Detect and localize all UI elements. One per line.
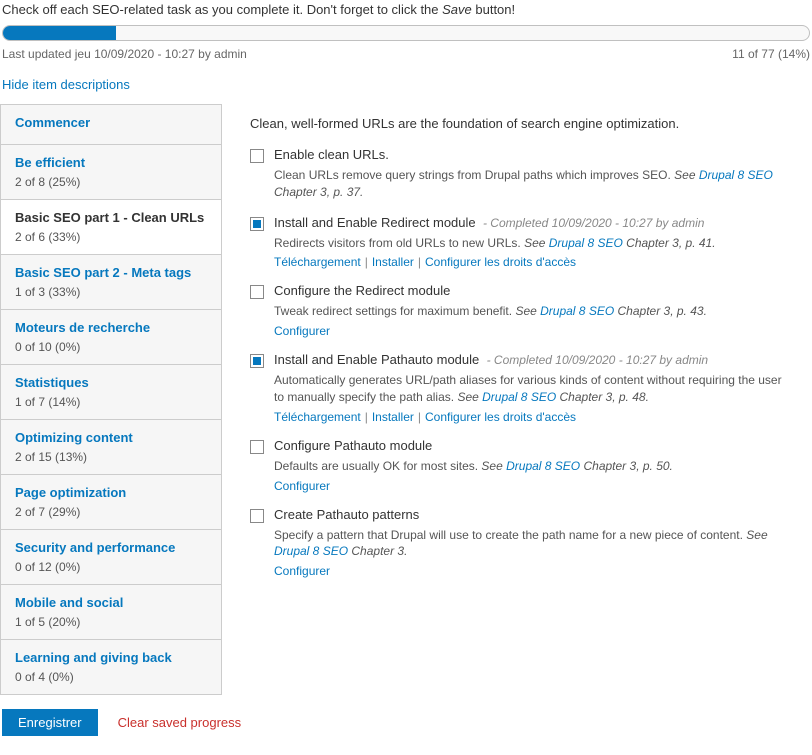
task-action-link[interactable]: Configurer les droits d'accès: [425, 255, 576, 269]
task-links: Téléchargement|Installer|Configurer les …: [274, 410, 794, 424]
sidebar-item-title: Be efficient: [15, 155, 207, 170]
task-title: Configure the Redirect module: [274, 283, 450, 298]
task-checkbox[interactable]: [250, 149, 264, 163]
sidebar-item-progress: 0 of 12 (0%): [15, 560, 80, 574]
sidebar-item-progress: 0 of 4 (0%): [15, 670, 74, 684]
content-intro: Clean, well-formed URLs are the foundati…: [250, 116, 794, 131]
task-checkbox[interactable]: [250, 509, 264, 523]
sidebar-item-progress: 2 of 8 (25%): [15, 175, 80, 189]
task-row: Create Pathauto patterns: [250, 507, 794, 523]
sidebar: Commencer Be efficient 2 of 8 (25%) Basic S…: [0, 104, 222, 695]
task-title: Create Pathauto patterns: [274, 507, 419, 522]
sidebar-item-learning[interactable]: Learning and giving back 0 of 4 (0%): [1, 640, 221, 695]
progress-bar: [2, 25, 810, 41]
actions-row: Enregistrer Clear saved progress: [0, 695, 812, 750]
book-link[interactable]: Drupal 8 SEO: [540, 304, 614, 318]
book-link[interactable]: Drupal 8 SEO: [274, 544, 348, 558]
hide-descriptions-link[interactable]: Hide item descriptions: [2, 77, 130, 92]
task-checkbox[interactable]: [250, 285, 264, 299]
task-action-link[interactable]: Téléchargement: [274, 255, 361, 269]
task-checkbox[interactable]: [250, 354, 264, 368]
sidebar-item-title: Moteurs de recherche: [15, 320, 207, 335]
task-links: Configurer: [274, 479, 794, 493]
task-action-link[interactable]: Installer: [372, 255, 414, 269]
task-description: Tweak redirect settings for maximum bene…: [274, 303, 794, 320]
task-description: Defaults are usually OK for most sites. …: [274, 458, 794, 475]
task-title: Install and Enable Pathauto module: [274, 352, 479, 367]
task-links: Configurer: [274, 564, 794, 578]
book-link[interactable]: Drupal 8 SEO: [699, 168, 773, 182]
sidebar-item-basic-seo-1[interactable]: Basic SEO part 1 - Clean URLs 2 of 6 (33%…: [1, 200, 221, 255]
progress-fill: [3, 26, 116, 40]
task-title: Install and Enable Redirect module: [274, 215, 476, 230]
sidebar-item-title: Commencer: [15, 115, 207, 130]
sidebar-item-progress: 1 of 5 (20%): [15, 615, 80, 629]
task-row: Configure the Redirect module: [250, 283, 794, 299]
sidebar-item-title: Basic SEO part 1 - Clean URLs: [15, 210, 207, 225]
sidebar-item-security[interactable]: Security and performance 0 of 12 (0%): [1, 530, 221, 585]
sidebar-item-mobile[interactable]: Mobile and social 1 of 5 (20%): [1, 585, 221, 640]
sidebar-item-title: Optimizing content: [15, 430, 207, 445]
intro-text: Check off each SEO-related task as you c…: [0, 0, 812, 25]
task-description: Specify a pattern that Drupal will use t…: [274, 527, 794, 561]
task-action-link[interactable]: Configurer: [274, 564, 330, 578]
task-row: Configure Pathauto module: [250, 438, 794, 454]
sidebar-item-progress: 2 of 6 (33%): [15, 230, 80, 244]
meta-row: Last updated jeu 10/09/2020 - 10:27 by a…: [0, 41, 812, 73]
task-description: Automatically generates URL/path aliases…: [274, 372, 794, 406]
task-action-link[interactable]: Configurer les droits d'accès: [425, 410, 576, 424]
task-checkbox[interactable]: [250, 440, 264, 454]
task-action-link[interactable]: Installer: [372, 410, 414, 424]
sidebar-item-progress: 1 of 3 (33%): [15, 285, 80, 299]
sidebar-item-progress: 2 of 7 (29%): [15, 505, 80, 519]
save-button[interactable]: Enregistrer: [2, 709, 98, 736]
task-action-link[interactable]: Configurer: [274, 324, 330, 338]
clear-progress-link[interactable]: Clear saved progress: [118, 715, 242, 730]
task-description: Clean URLs remove query strings from Dru…: [274, 167, 794, 201]
book-link[interactable]: Drupal 8 SEO: [506, 459, 580, 473]
sidebar-item-progress: 1 of 7 (14%): [15, 395, 80, 409]
task-title: Configure Pathauto module: [274, 438, 432, 453]
sidebar-item-page-opt[interactable]: Page optimization 2 of 7 (29%): [1, 475, 221, 530]
progress-counter: 11 of 77 (14%): [732, 47, 810, 61]
task-row: Install and Enable Pathauto module - Com…: [250, 352, 794, 368]
task-row: Install and Enable Redirect module - Com…: [250, 215, 794, 231]
task-links: Configurer: [274, 324, 794, 338]
last-updated: Last updated jeu 10/09/2020 - 10:27 by a…: [2, 47, 247, 61]
book-link[interactable]: Drupal 8 SEO: [549, 236, 623, 250]
sidebar-item-commencer[interactable]: Commencer: [1, 105, 221, 145]
task-links: Téléchargement|Installer|Configurer les …: [274, 255, 794, 269]
sidebar-item-progress: 2 of 15 (13%): [15, 450, 87, 464]
task-list: Enable clean URLs. Clean URLs remove quer…: [250, 147, 794, 578]
sidebar-item-title: Page optimization: [15, 485, 207, 500]
sidebar-item-title: Statistiques: [15, 375, 207, 390]
sidebar-item-title: Basic SEO part 2 - Meta tags: [15, 265, 207, 280]
task-title: Enable clean URLs.: [274, 147, 389, 162]
sidebar-item-title: Learning and giving back: [15, 650, 207, 665]
content-panel: Clean, well-formed URLs are the foundati…: [222, 104, 812, 695]
sidebar-item-moteurs[interactable]: Moteurs de recherche 0 of 10 (0%): [1, 310, 221, 365]
task-action-link[interactable]: Téléchargement: [274, 410, 361, 424]
sidebar-item-basic-seo-2[interactable]: Basic SEO part 2 - Meta tags 1 of 3 (33%): [1, 255, 221, 310]
task-description: Redirects visitors from old URLs to new …: [274, 235, 794, 252]
sidebar-item-stats[interactable]: Statistiques 1 of 7 (14%): [1, 365, 221, 420]
sidebar-item-title: Security and performance: [15, 540, 207, 555]
task-status: - Completed 10/09/2020 - 10:27 by admin: [480, 216, 705, 230]
sidebar-item-progress: 0 of 10 (0%): [15, 340, 80, 354]
task-row: Enable clean URLs.: [250, 147, 794, 163]
sidebar-item-title: Mobile and social: [15, 595, 207, 610]
task-checkbox[interactable]: [250, 217, 264, 231]
book-link[interactable]: Drupal 8 SEO: [482, 390, 556, 404]
sidebar-item-be-efficient[interactable]: Be efficient 2 of 8 (25%): [1, 145, 221, 200]
task-action-link[interactable]: Configurer: [274, 479, 330, 493]
sidebar-item-opt-content[interactable]: Optimizing content 2 of 15 (13%): [1, 420, 221, 475]
task-status: - Completed 10/09/2020 - 10:27 by admin: [483, 353, 708, 367]
